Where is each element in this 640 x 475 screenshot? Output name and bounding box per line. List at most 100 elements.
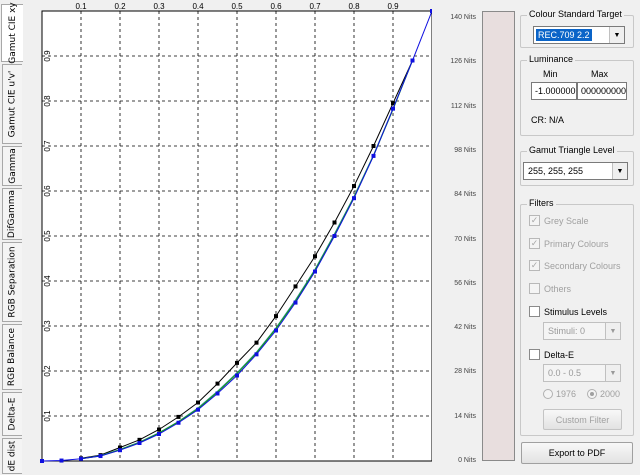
chevron-down-icon: ▼ xyxy=(612,163,627,179)
tab-gamma[interactable]: Gamma xyxy=(2,146,22,186)
secondary-colours-label: Secondary Colours xyxy=(544,260,621,271)
series-0-point xyxy=(332,220,337,225)
primary-colours-checkbox[interactable]: ✓ Primary Colours xyxy=(529,237,609,250)
stimulus-levels-checkbox[interactable]: Stimulus Levels xyxy=(529,305,607,318)
luminance-max-input[interactable]: 0000000000 xyxy=(577,82,627,100)
checkbox-box xyxy=(529,283,540,294)
gamut-triangle-title: Gamut Triangle Level xyxy=(527,145,617,155)
series-3-point xyxy=(79,456,83,461)
x-tick-label: 0.6 xyxy=(270,2,282,11)
series-0-point xyxy=(293,284,298,289)
series-0-point xyxy=(371,144,376,148)
luminance-tick-label: 28 Nits xyxy=(454,368,476,376)
luminance-bar xyxy=(482,11,515,461)
series-0-point xyxy=(157,427,161,432)
tab-de-dist[interactable]: dE dist xyxy=(2,438,22,474)
series-3-point xyxy=(391,106,395,111)
others-checkbox[interactable]: Others xyxy=(529,282,571,295)
series-0-point xyxy=(235,360,239,365)
luminance-tick-label: 126 Nits xyxy=(450,58,476,66)
colour-standard-title: Colour Standard Target xyxy=(527,9,624,19)
radio-selected-icon xyxy=(587,388,597,399)
gamut-triangle-value: 255, 255, 255 xyxy=(528,166,584,176)
x-tick-label: 0.9 xyxy=(387,2,399,11)
radio-2000[interactable]: 2000 xyxy=(587,387,620,400)
x-tick-label: 0.2 xyxy=(114,2,126,11)
series-0-point xyxy=(352,184,356,189)
series-3-point xyxy=(293,300,298,305)
y-tick-label: 0.3 xyxy=(43,320,52,332)
series-3-point xyxy=(371,153,376,158)
series-3-point xyxy=(254,352,259,357)
y-tick-label: 0.7 xyxy=(43,140,52,152)
series-3-point xyxy=(410,58,415,63)
series-3-point xyxy=(332,234,337,238)
export-pdf-button[interactable]: Export to PDF xyxy=(521,442,633,464)
y-tick-label: 0.5 xyxy=(43,230,52,242)
stimuli-select[interactable]: Stimuli: 0 ▼ xyxy=(543,322,621,340)
radio-icon xyxy=(543,388,553,399)
tab-label: Delta-E xyxy=(7,397,18,431)
chevron-down-icon: ▼ xyxy=(605,323,620,339)
gamut-triangle-group: Gamut Triangle Level 255, 255, 255 ▼ xyxy=(520,145,634,186)
grey-scale-label: Grey Scale xyxy=(544,215,589,226)
series-0-point xyxy=(196,400,200,405)
delta-e-checkbox[interactable]: Delta-E xyxy=(529,348,574,361)
tab-gamut-cie-uv[interactable]: Gamut CIE u'v' xyxy=(2,64,22,144)
luminance-scale: 140 Nits 126 Nits 112 Nits 98 Nits 84 Nits 70… xyxy=(432,0,518,475)
luminance-tick-label: 84 Nits xyxy=(454,191,476,199)
contrast-ratio-text: CR: N/A xyxy=(531,115,565,125)
primary-colours-label: Primary Colours xyxy=(544,238,609,249)
tab-label: dE dist xyxy=(7,440,18,472)
y-tick-label: 0.8 xyxy=(43,95,52,107)
x-tick-label: 0.3 xyxy=(153,2,165,11)
series-3-point xyxy=(40,459,44,463)
delta-e-range-value: 0.0 - 0.5 xyxy=(548,368,582,378)
luminance-min-input[interactable]: -1.000000 xyxy=(531,82,577,100)
y-tick-label: 0.2 xyxy=(43,365,52,377)
luminance-group: Luminance Min Max -1.000000 0000000000 C… xyxy=(520,54,634,136)
series-3-point xyxy=(137,441,142,445)
filters-title: Filters xyxy=(527,198,556,208)
secondary-colours-checkbox[interactable]: ✓ Secondary Colours xyxy=(529,259,621,272)
tab-label: Gamut CIE xy xyxy=(7,2,18,64)
delta-e-range-select[interactable]: 0.0 - 0.5 ▼ xyxy=(543,364,621,382)
tab-label: DifGamma xyxy=(7,189,18,239)
colour-standard-value: REC.709 2.2 xyxy=(536,29,592,41)
tab-rgb-balance[interactable]: RGB Balance xyxy=(2,324,22,390)
series-3-point xyxy=(352,196,356,201)
series-3-point xyxy=(59,458,64,463)
series-3-point xyxy=(98,454,103,459)
colour-standard-group: Colour Standard Target REC.709 2.2 ▼ xyxy=(520,9,634,48)
colour-standard-select[interactable]: REC.709 2.2 ▼ xyxy=(533,26,625,44)
tab-label: RGB Balance xyxy=(7,327,18,387)
luminance-tick-label: 14 Nits xyxy=(454,412,476,420)
gamut-triangle-select[interactable]: 255, 255, 255 ▼ xyxy=(523,162,628,180)
radio-1976-label: 1976 xyxy=(556,388,577,399)
luminance-max-label: Max xyxy=(591,69,609,79)
luminance-tick-label: 112 Nits xyxy=(450,102,476,110)
luminance-tick-label: 98 Nits xyxy=(454,146,476,154)
chevron-down-icon: ▼ xyxy=(605,365,620,381)
x-tick-label: 0.7 xyxy=(309,2,321,11)
tab-delta-e[interactable]: Delta-E xyxy=(2,392,22,436)
y-tick-label: 0.1 xyxy=(43,410,52,422)
tab-rgb-separation[interactable]: RGB Separation xyxy=(2,242,22,322)
series-0-point xyxy=(274,314,278,319)
luminance-tick-label: 70 Nits xyxy=(454,235,476,243)
series-0-point xyxy=(176,414,181,419)
tab-difgamma[interactable]: DifGamma xyxy=(2,188,22,240)
delta-e-label: Delta-E xyxy=(544,349,575,360)
series-3-point xyxy=(118,448,122,453)
luminance-tick-label: 140 Nits xyxy=(450,14,476,21)
x-tick-label: 0.4 xyxy=(192,2,204,11)
series-3-point xyxy=(235,373,239,378)
grey-scale-checkbox[interactable]: ✓ Grey Scale xyxy=(529,214,589,227)
tab-gamut-cie-xy[interactable]: Gamut CIE xy xyxy=(1,2,23,64)
tab-label: RGB Separation xyxy=(7,246,18,318)
stimuli-value: Stimuli: 0 xyxy=(548,326,586,336)
radio-1976[interactable]: 1976 xyxy=(543,387,576,400)
custom-filter-button[interactable]: Custom Filter xyxy=(543,409,622,430)
luminance-title: Luminance xyxy=(527,54,576,64)
gamma-chart: 0.1 0.2 0.3 0.4 0.5 0.6 0.7 0.8 0.9 0.1 0.2 0.3 0.4 0… xyxy=(24,0,432,475)
